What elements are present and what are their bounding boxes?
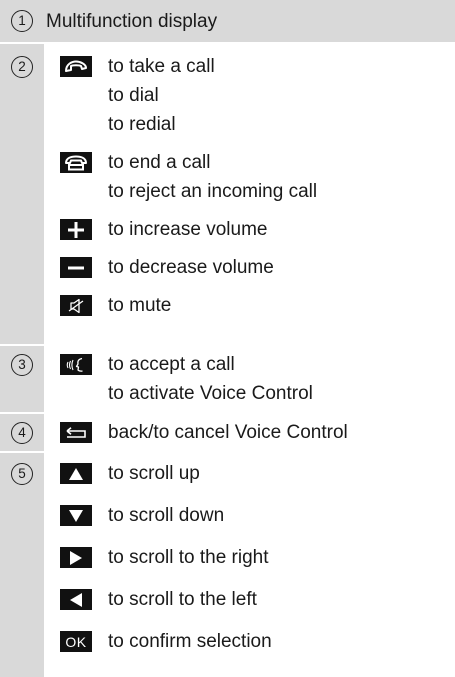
back-arrow-icon — [60, 422, 92, 443]
item-number-cell: 4 — [0, 414, 44, 451]
description-line: to take a call — [108, 56, 215, 77]
key-description-group: to decrease volume — [44, 253, 455, 282]
key-description-group: to accept a call to activate Voice Contr… — [44, 350, 313, 412]
key-description-group: to end a call to reject an incoming call — [44, 148, 455, 206]
description-line: to increase volume — [108, 219, 268, 240]
arrow-up-icon — [60, 463, 92, 484]
minus-icon — [60, 257, 92, 278]
key-description-group: back/to cancel Voice Control — [44, 418, 348, 447]
item-number-cell: 1 — [0, 10, 44, 32]
key-description-group: to mute — [44, 291, 455, 320]
item-number-badge: 4 — [11, 421, 33, 444]
legend-item-4: 4 back/to cancel Voice Control — [0, 414, 455, 451]
mute-speaker-icon — [60, 295, 92, 316]
item-number-badge: 2 — [11, 56, 33, 78]
item-number-badge: 5 — [11, 463, 33, 485]
legend-item-3: 3 to accept a call to activate Voice Con… — [0, 346, 455, 412]
description-line: to confirm selection — [108, 631, 272, 652]
plus-icon — [60, 219, 92, 240]
description-line: back/to cancel Voice Control — [108, 422, 348, 443]
key-description-group: to take a call to dial to redial — [44, 52, 455, 139]
voice-control-icon — [60, 354, 92, 375]
key-description-group: to scroll down — [44, 501, 455, 530]
description-line: to mute — [108, 295, 172, 316]
item-number-badge: 1 — [11, 10, 33, 32]
description-line: to dial — [108, 85, 159, 106]
item-number-cell: 5 — [0, 453, 44, 677]
legend-item-2: 2 to take a call to dial to redial to en… — [0, 44, 455, 344]
item-number-badge: 3 — [11, 354, 33, 376]
key-description-group: to increase volume — [44, 215, 455, 244]
key-description-group: OK to confirm selection — [44, 627, 455, 656]
item-number-cell: 3 — [0, 346, 44, 412]
legend-item-1: 1 Multifunction display — [0, 0, 455, 42]
arrow-left-icon — [60, 589, 92, 610]
description-line: to decrease volume — [108, 257, 274, 278]
steering-wheel-buttons-legend: 1 Multifunction display 2 to take a call… — [0, 0, 455, 677]
phone-hangup-icon — [60, 152, 92, 173]
description-line: to scroll down — [108, 505, 225, 526]
description-line: to accept a call — [108, 354, 235, 375]
legend-item-5: 5 to scroll up to scroll down to scroll … — [0, 453, 455, 677]
description-line: to scroll up — [108, 463, 200, 484]
key-description-group: to scroll to the right — [44, 543, 455, 572]
description-line: to reject an incoming call — [108, 181, 318, 202]
arrow-down-icon — [60, 505, 92, 526]
description-line: to end a call — [108, 152, 211, 173]
description-line: to redial — [108, 114, 176, 135]
item-number-cell: 2 — [0, 44, 44, 344]
description-line: to scroll to the right — [108, 547, 269, 568]
arrow-right-icon — [60, 547, 92, 568]
phone-pickup-icon — [60, 56, 92, 77]
ok-key-icon: OK — [60, 631, 92, 652]
key-description-group: to scroll up — [44, 459, 455, 488]
description-line: to activate Voice Control — [108, 383, 313, 404]
description-line: to scroll to the left — [108, 589, 257, 610]
item-title: Multifunction display — [46, 10, 218, 32]
key-description-group: to scroll to the left — [44, 585, 455, 614]
